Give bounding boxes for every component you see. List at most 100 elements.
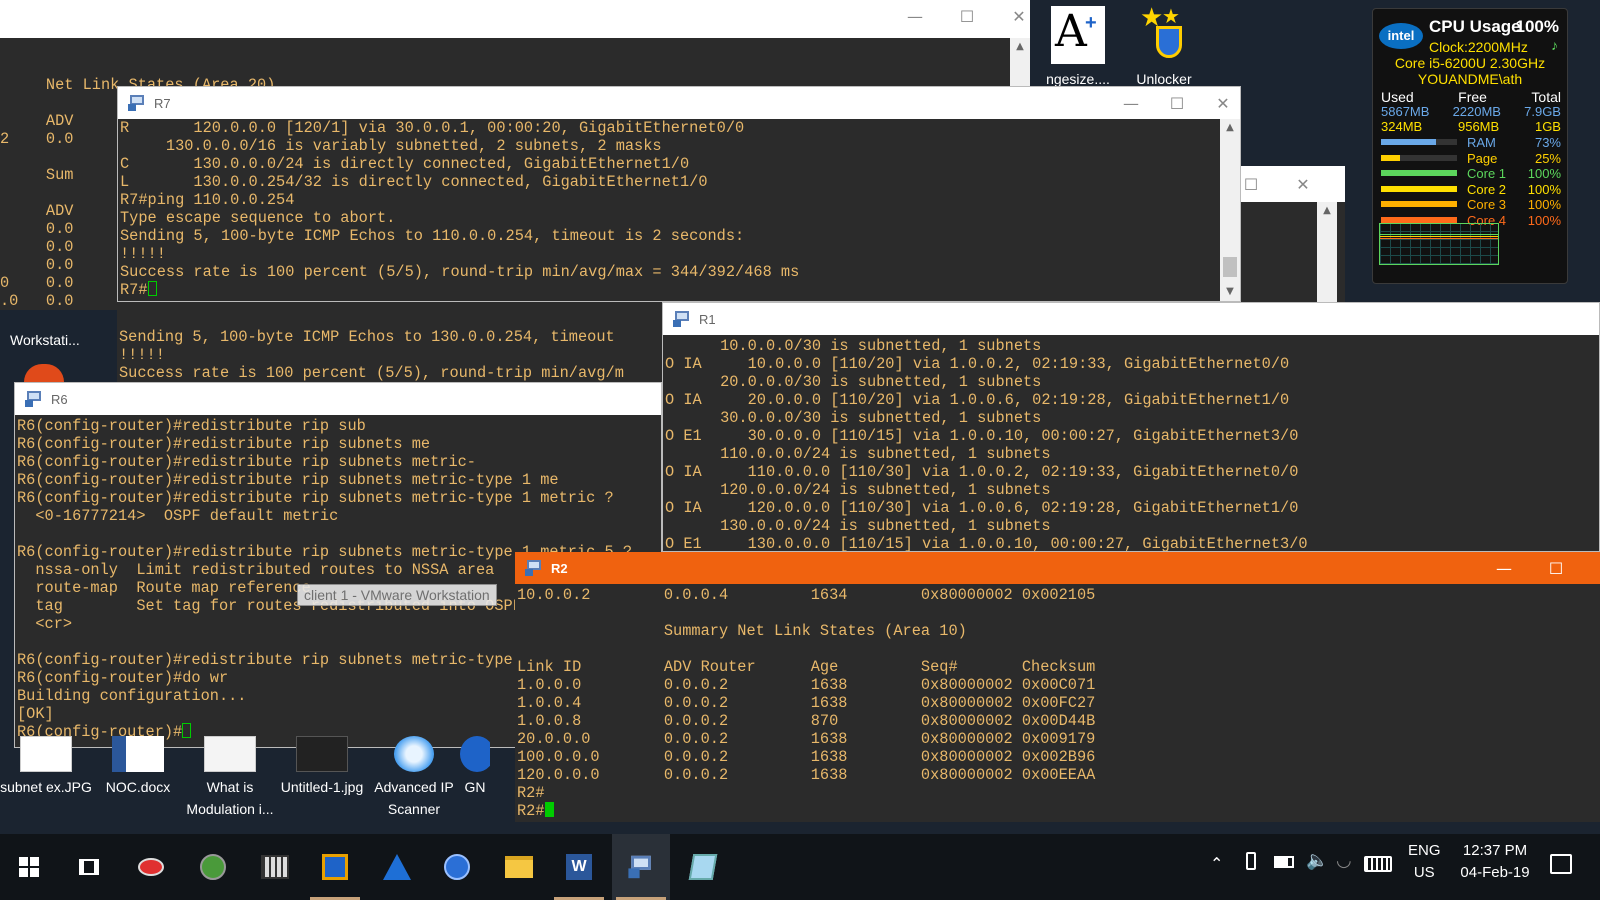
scrollbar[interactable]: ▲ ▼	[1220, 119, 1240, 301]
cpu-usage-gadget[interactable]: intel CPU Usage 100% Clock:2200MHz ♪ Cor…	[1372, 8, 1568, 284]
terminal-line: C 130.0.0.0/24 is directly connected, Gi…	[120, 155, 690, 173]
r7-terminal-output[interactable]: R 120.0.0.0 [120/1] via 30.0.0.1, 00:00:…	[118, 119, 1220, 301]
scrollbar[interactable]: ▲	[1317, 202, 1337, 304]
taskbar-app-network[interactable]	[184, 834, 242, 900]
gadget-title: CPU Usage	[1429, 17, 1521, 36]
gadget-percent: 100%	[1515, 17, 1559, 36]
desktop-icon[interactable]: Untitled-1.jpg	[276, 736, 368, 798]
language-label: ENG	[1408, 842, 1441, 859]
cli-prompt: R2#	[517, 802, 545, 820]
terminal-app-icon	[128, 94, 146, 112]
wifi-icon[interactable]: ◡	[1336, 850, 1352, 871]
volume-icon[interactable]: 🔈	[1306, 850, 1328, 871]
taskbar-app-vmware[interactable]	[306, 834, 364, 900]
notification-icon[interactable]	[1550, 854, 1572, 874]
taskbar-tooltip: client 1 - VMware Workstation	[297, 584, 497, 606]
gadget-bar-row: Core 3 100%	[1381, 197, 1561, 213]
scroll-up-icon[interactable]: ▲	[1317, 202, 1337, 220]
terminal-line: O IA 20.0.0.0 [110/20] via 1.0.0.6, 02:1…	[665, 391, 1290, 409]
gadget-cpu-model: Core i5-6200U 2.30GHz	[1394, 55, 1546, 71]
background-window-titlebar[interactable]: — ☐ ✕	[0, 0, 1030, 38]
terminal-line: !!!!!	[119, 346, 165, 364]
terminal-line: 130.0.0.0/24 is subnetted, 1 subnets	[665, 517, 1051, 535]
browser-icon	[24, 364, 64, 382]
r6-titlebar[interactable]: R6	[15, 383, 661, 415]
terminal-line: 20.0.0.0 0.0.0.2 1638 0x80000002 0x00917…	[517, 730, 1096, 748]
taskbar-app-notes[interactable]	[674, 834, 732, 900]
start-button[interactable]	[0, 834, 58, 900]
terminal-line: 20.0.0.0/30 is subnetted, 1 subnets	[665, 373, 1042, 391]
gadget-bar-value: 100%	[1527, 197, 1561, 212]
r1-terminal-output[interactable]: 10.0.0.0/30 is subnetted, 1 subnets O IA …	[663, 335, 1599, 551]
maximize-icon[interactable]: ☐	[1154, 87, 1200, 119]
desktop-icon-label: Advanced IP Scanner	[374, 779, 454, 817]
terminal-line: Summary Net Link States (Area 10)	[517, 622, 967, 640]
taskbar-app-word[interactable]: W	[550, 834, 608, 900]
r7-terminal-window[interactable]: R7 — ☐ ✕ R 120.0.0.0 [120/1] via 30.0.0.…	[117, 86, 1241, 302]
language-indicator[interactable]: ENG US	[1408, 840, 1441, 884]
gadget-bar-fill	[1381, 154, 1400, 161]
gadget-bar-row: Core 1 100%	[1381, 166, 1561, 182]
terminal-line: R7#ping 110.0.0.254	[120, 191, 295, 209]
r2-terminal-output[interactable]: 10.0.0.2 0.0.0.4 1634 0x80000002 0x00210…	[515, 584, 1600, 822]
gadget-bar-value: 73%	[1534, 135, 1561, 150]
scissors-icon	[138, 858, 164, 876]
scroll-down-icon[interactable]: ▼	[1220, 283, 1240, 301]
desktop-icon[interactable]: What is Modulation i...	[184, 736, 276, 820]
close-icon[interactable]: ✕	[1200, 87, 1240, 119]
clock[interactable]: 12:37 PM 04-Feb-19	[1452, 840, 1538, 884]
minimize-icon[interactable]: —	[1108, 87, 1154, 119]
keyboard-icon[interactable]	[1364, 856, 1392, 872]
gadget-bar-label: Core 1	[1467, 166, 1507, 181]
desktop-icon[interactable]: NOC.docx	[92, 736, 184, 798]
desktop-icon-fontsize[interactable]: A + ngesize....	[1038, 6, 1118, 90]
network-globe-icon	[200, 854, 226, 880]
minimize-icon[interactable]: —	[892, 0, 938, 32]
battery-icon[interactable]	[1274, 856, 1294, 868]
terminal-line: O IA 10.0.0.0 [110/20] via 1.0.0.2, 02:1…	[665, 355, 1290, 373]
terminal-line: R6(config-router)#redistribute rip sub	[17, 417, 366, 435]
taskbar-app-calculator[interactable]	[246, 834, 304, 900]
taskbar-app-wireshark[interactable]	[368, 834, 426, 900]
r7-titlebar[interactable]: R7 — ☐ ✕	[118, 87, 1240, 119]
gadget-bar-row: Page 25%	[1381, 151, 1561, 167]
minimize-icon[interactable]: —	[1481, 552, 1527, 584]
terminal-line: 120.0.0.0 0.0.0.2 1638 0x80000002 0x00EE…	[517, 766, 1096, 784]
maximize-icon[interactable]: ☐	[1533, 552, 1579, 584]
terminal-line: Type escape sequence to abort.	[120, 209, 396, 227]
desktop-icon[interactable]: Advanced IP Scanner	[368, 736, 460, 820]
taskbar-app-terminal[interactable]	[612, 834, 670, 900]
desktop-icon-label: GN	[464, 779, 486, 795]
desktop-icon-label: What is Modulation i...	[186, 779, 274, 817]
r2-terminal-window[interactable]: R2 — ☐ 10.0.0.2 0.0.0.4 1634 0x80000002 …	[515, 552, 1600, 822]
word-document-icon	[112, 736, 164, 772]
close-icon[interactable]: ✕	[996, 0, 1030, 32]
scroll-thumb[interactable]	[1223, 257, 1237, 277]
r1-titlebar[interactable]: R1	[663, 303, 1599, 335]
desktop-icon-unlocker[interactable]: ★ ★ Unlocker	[1124, 4, 1204, 90]
chevron-up-icon[interactable]: ⌃	[1210, 854, 1223, 873]
scroll-up-icon[interactable]: ▲	[1220, 119, 1240, 137]
gadget-bar-row: Core 2 100%	[1381, 182, 1561, 198]
gadget-bar-fill	[1381, 170, 1457, 176]
r2-titlebar[interactable]: R2 — ☐	[515, 552, 1600, 584]
maximize-icon[interactable]: ☐	[944, 0, 990, 32]
scroll-up-icon[interactable]: ▲	[1010, 38, 1030, 56]
terminal-line: 10.0.0.0/30 is subnetted, 1 subnets	[665, 337, 1042, 355]
desktop-icon[interactable]: GN	[460, 736, 490, 798]
image-file-icon	[296, 736, 348, 772]
gadget-user: YOUANDME\ath	[1417, 71, 1523, 87]
taskbar-app-file-explorer[interactable]	[490, 834, 548, 900]
task-view-button[interactable]	[60, 834, 118, 900]
desktop-icon[interactable]: subnet ex.JPG	[0, 736, 92, 798]
taskbar-app-browser[interactable]	[428, 834, 486, 900]
close-icon[interactable]: ✕	[1280, 168, 1326, 200]
text-cursor	[544, 802, 554, 817]
taskbar-app-snip[interactable]	[122, 834, 180, 900]
terminal-line: R6(config-router)#redistribute rip subne…	[17, 435, 431, 453]
r1-terminal-window[interactable]: R1 10.0.0.0/30 is subnetted, 1 subnets O …	[662, 302, 1600, 552]
usb-icon[interactable]	[1246, 852, 1256, 870]
gns3-icon	[460, 736, 490, 772]
